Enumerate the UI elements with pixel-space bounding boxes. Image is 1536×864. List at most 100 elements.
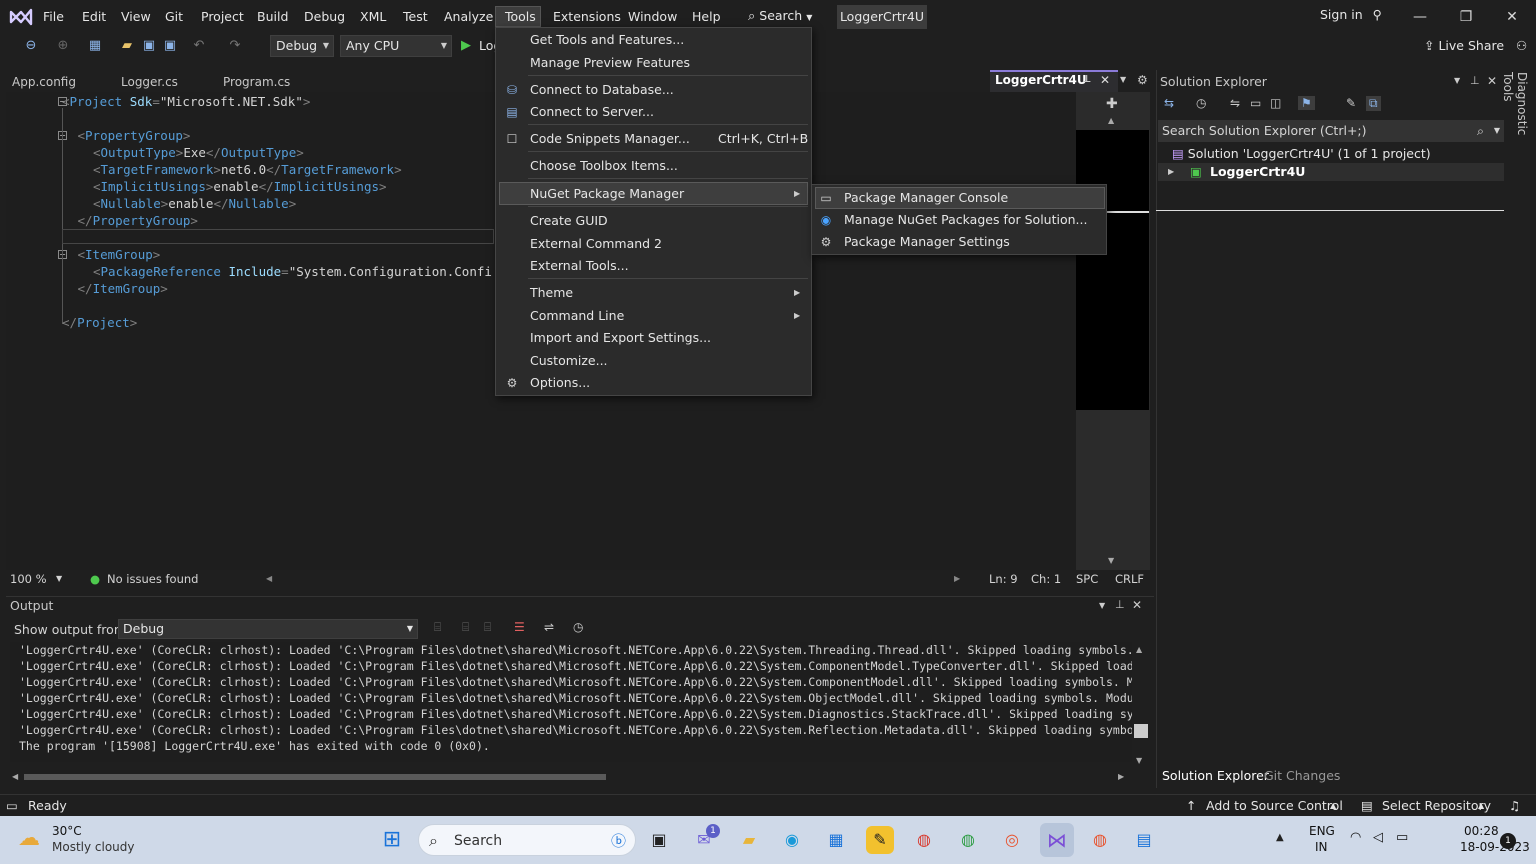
notepad-icon[interactable]: ▤ — [1130, 826, 1158, 854]
indent-mode[interactable]: SPC — [1076, 570, 1098, 588]
chevron-up-icon[interactable]: ▲ — [1478, 795, 1484, 817]
forward-icon[interactable]: ⊕ — [54, 37, 72, 55]
visual-studio-taskbar-icon[interactable]: ⋈ — [1040, 823, 1074, 857]
menu-debug[interactable]: Debug — [304, 8, 345, 26]
windows-start-icon[interactable]: ⊞ — [378, 826, 406, 854]
save-icon[interactable]: ▣ — [140, 37, 158, 55]
chrome-icon[interactable]: ◍ — [910, 826, 938, 854]
menu-item-options[interactable]: Options... — [530, 372, 590, 394]
platform-select[interactable]: Any CPU ▼ — [340, 35, 452, 57]
add-to-source-control[interactable]: Add to Source Control — [1206, 795, 1343, 817]
menu-item-connect-to-database[interactable]: Connect to Database... — [530, 79, 674, 101]
microsoft-store-icon[interactable]: ▦ — [822, 826, 850, 854]
tab-program-cs[interactable]: Program.cs — [223, 73, 290, 92]
menu-item-code-snippets-manager[interactable]: Code Snippets Manager... — [530, 128, 690, 150]
menu-test[interactable]: Test — [403, 8, 428, 26]
close-icon[interactable]: ✕ — [1497, 5, 1527, 29]
line-ending[interactable]: CRLF — [1115, 570, 1144, 588]
tab-list-chevron-icon[interactable]: ▼ — [1120, 75, 1126, 84]
scroll-left-icon[interactable]: ◀ — [12, 772, 18, 781]
chevron-up-icon[interactable]: ▲ — [1330, 795, 1336, 817]
menu-item-import-and-export-settings[interactable]: Import and Export Settings... — [530, 327, 711, 349]
pin-icon[interactable]: ⊥ — [1470, 74, 1480, 87]
word-wrap-icon[interactable]: ⇌ — [544, 620, 554, 634]
scroll-right-icon[interactable]: ▶ — [954, 570, 960, 588]
history-icon[interactable]: ◷ — [1196, 96, 1206, 110]
menu-extensions[interactable]: Extensions — [553, 8, 621, 26]
menu-item-get-tools-and-features[interactable]: Get Tools and Features... — [530, 29, 684, 51]
undo-icon[interactable]: ↶ — [190, 37, 208, 55]
issues-status[interactable]: No issues found — [107, 570, 198, 588]
close-panel-icon[interactable]: ✕ — [1132, 598, 1142, 612]
menu-item-customize[interactable]: Customize... — [530, 350, 608, 372]
next-message-icon[interactable]: ⌸ — [484, 620, 491, 635]
volume-icon[interactable]: ◁ — [1373, 830, 1383, 845]
split-icon[interactable]: ✚ — [1106, 96, 1118, 112]
line-number[interactable]: Ln: 9 — [989, 570, 1018, 588]
play-icon[interactable]: ▶ — [457, 37, 475, 55]
language-region[interactable]: IN — [1315, 840, 1328, 854]
output-vscroll-thumb[interactable] — [1134, 724, 1148, 738]
project-node[interactable]: ▶ ▣ LoggerCrtr4U — [1158, 163, 1504, 181]
settings-gear-icon[interactable]: ⚙ — [1137, 73, 1148, 87]
scroll-right-icon[interactable]: ▶ — [1118, 772, 1124, 781]
select-repository[interactable]: Select Repository — [1382, 795, 1491, 817]
diagnostic-tools-tab[interactable]: Diagnostic Tools — [1501, 72, 1529, 162]
column-number[interactable]: Ch: 1 — [1031, 570, 1061, 588]
collapse-all-icon[interactable]: ▭ — [1250, 96, 1261, 110]
chevron-down-icon[interactable]: ▼ — [1099, 601, 1105, 610]
menu-view[interactable]: View — [121, 8, 151, 26]
menu-file[interactable]: File — [43, 8, 64, 26]
clock-time[interactable]: 00:28 — [1464, 824, 1499, 838]
submenu-item-package-manager-settings[interactable]: Package Manager Settings — [844, 231, 1010, 253]
battery-icon[interactable]: ▭ — [1396, 830, 1408, 845]
chrome-profile-icon[interactable]: ◍ — [954, 826, 982, 854]
submenu-item-manage-nuget-packages-for-solution[interactable]: Manage NuGet Packages for Solution... — [844, 209, 1087, 231]
scroll-down-icon[interactable]: ▼ — [1108, 556, 1114, 565]
language-indicator[interactable]: ENG — [1309, 824, 1335, 838]
scroll-left-icon[interactable]: ◀ — [266, 570, 272, 588]
menu-item-theme[interactable]: Theme — [530, 282, 573, 304]
menu-project[interactable]: Project — [201, 8, 244, 26]
notification-bell-icon[interactable]: ♫ — [1509, 795, 1520, 817]
menu-item-create-guid[interactable]: Create GUID — [530, 210, 608, 232]
taskbar-search[interactable]: ⌕ Search ⓑ — [418, 824, 636, 856]
menu-window[interactable]: Window — [628, 8, 677, 26]
menu-git[interactable]: Git — [165, 8, 183, 26]
output-log[interactable]: 'LoggerCrtr4U.exe' (CoreCLR: clrhost): L… — [10, 642, 1132, 762]
close-tab-icon[interactable]: ✕ — [1100, 73, 1110, 87]
scroll-down-icon[interactable]: ▼ — [1136, 756, 1142, 765]
menu-item-connect-to-server[interactable]: Connect to Server... — [530, 101, 654, 123]
menu-item-command-line[interactable]: Command Line — [530, 305, 624, 327]
menu-help[interactable]: Help — [692, 8, 721, 26]
sticky-notes-icon[interactable]: ✎ — [866, 826, 894, 854]
minimap[interactable] — [1076, 130, 1149, 410]
notification-count-badge[interactable]: 1 — [1500, 833, 1516, 849]
zoom-level[interactable]: 100 % — [10, 570, 47, 588]
menu-item-external-tools[interactable]: External Tools... — [530, 255, 629, 277]
preview-icon[interactable]: ⧉ — [1366, 96, 1381, 111]
task-view-icon[interactable]: ▣ — [645, 826, 673, 854]
chevron-down-icon[interactable]: ▼ — [1454, 76, 1460, 85]
scroll-up-icon[interactable]: ▲ — [1108, 116, 1114, 125]
file-explorer-icon[interactable]: ▰ — [735, 826, 763, 854]
wifi-icon[interactable]: ◠ — [1350, 830, 1361, 845]
weather-temperature[interactable]: 30°C — [52, 824, 82, 838]
expand-arrow-icon[interactable]: ▶ — [1168, 163, 1174, 181]
redo-icon[interactable]: ↷ — [226, 37, 244, 55]
weather-description[interactable]: Mostly cloudy — [52, 840, 135, 854]
edge-browser-icon[interactable]: ◉ — [778, 826, 806, 854]
chrome-profile-2-icon[interactable]: ◍ — [1086, 826, 1114, 854]
tab-loggercrtr4u[interactable]: LoggerCrtr4U ⊥ ✕ — [990, 70, 1118, 92]
solution-search-input[interactable]: Search Solution Explorer (Ctrl+;) ⌕ ▼ — [1158, 120, 1504, 142]
tab-solution-explorer[interactable]: Solution Explorer — [1162, 766, 1269, 786]
pin-icon[interactable]: ⊥ — [1082, 74, 1091, 85]
menu-edit[interactable]: Edit — [82, 8, 106, 26]
configuration-select[interactable]: Debug ▼ — [270, 35, 334, 57]
properties-wrench-icon[interactable]: ✎ — [1346, 96, 1356, 110]
global-search[interactable]: ⌕ Search ▼ — [748, 8, 812, 24]
sign-in-button[interactable]: Sign in ⚲ — [1320, 7, 1382, 22]
menu-item-choose-toolbox-items[interactable]: Choose Toolbox Items... — [530, 155, 678, 177]
chevron-down-icon[interactable]: ▼ — [1494, 120, 1500, 142]
menu-build[interactable]: Build — [257, 8, 288, 26]
